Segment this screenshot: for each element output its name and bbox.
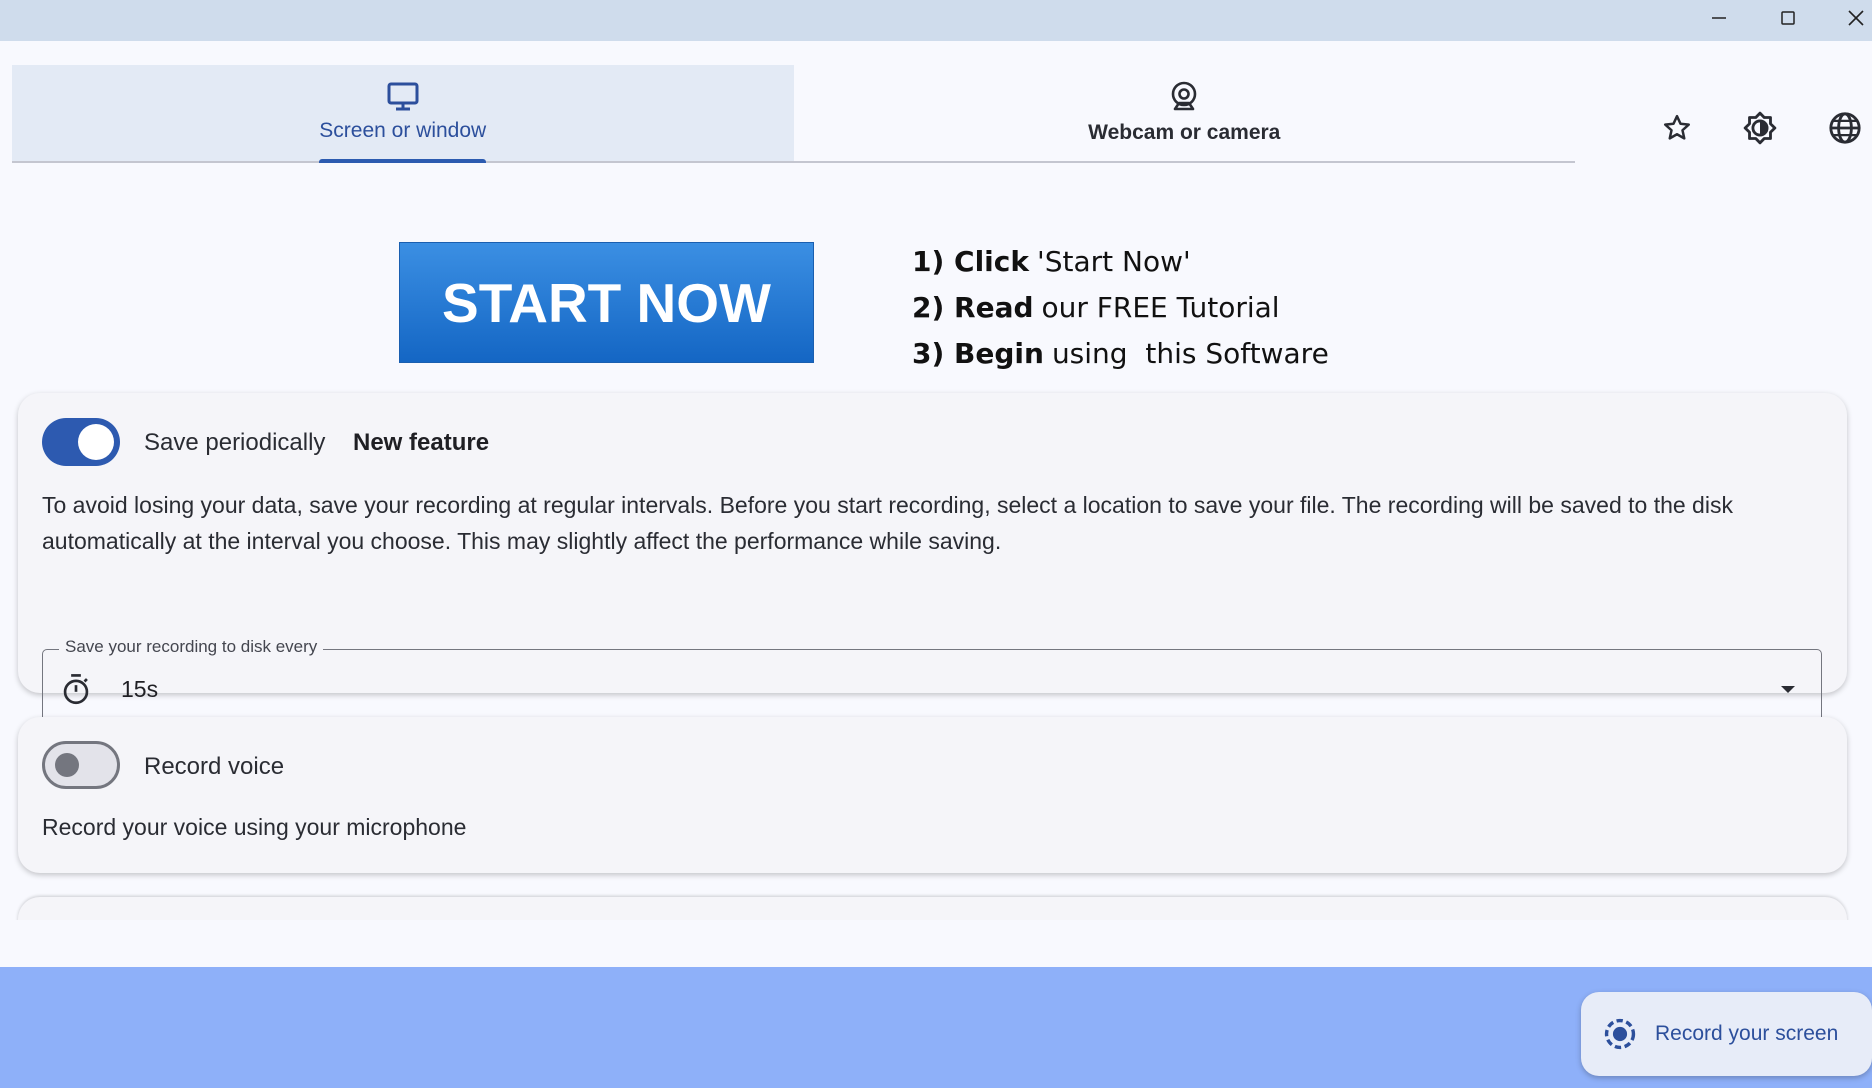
record-voice-title: Record voice <box>144 753 285 780</box>
star-icon <box>1664 114 1690 140</box>
favorite-button[interactable] <box>1657 108 1697 148</box>
record-voice-description: Record your voice using your microphone <box>42 814 467 840</box>
promo-step-text: our FREE Tutorial <box>1041 290 1280 324</box>
webcam-icon <box>1171 81 1197 111</box>
close-icon <box>1848 10 1864 26</box>
record-icon <box>1604 1018 1636 1050</box>
record-voice-toggle[interactable] <box>42 741 120 789</box>
timer-icon <box>63 674 89 705</box>
promo-step-bold: 1) Click <box>912 244 1029 278</box>
tab-webcam-or-camera[interactable]: Webcam or camera <box>794 65 1576 161</box>
toggle-knob <box>78 424 114 460</box>
maximize-button[interactable] <box>1760 0 1816 36</box>
tab-label: Screen or window <box>319 119 487 142</box>
save-periodically-description: To avoid losing your data, save your rec… <box>42 492 1733 554</box>
save-interval-value: 15s <box>121 676 159 702</box>
close-button[interactable] <box>1828 0 1872 36</box>
promo-steps: 1) Click 'Start Now' 2) Read our FREE Tu… <box>912 238 1329 376</box>
monitor-icon <box>387 82 419 111</box>
brightness-icon <box>1743 111 1777 145</box>
theme-button[interactable] <box>1740 108 1780 148</box>
start-now-label: START NOW <box>442 271 771 334</box>
new-feature-badge: New feature <box>353 429 490 456</box>
maximize-icon <box>1781 11 1795 25</box>
scroll-fade <box>0 920 1872 967</box>
language-button[interactable] <box>1825 108 1865 148</box>
minimize-button[interactable] <box>1691 0 1747 36</box>
promo-step: 1) Click 'Start Now' <box>912 238 1329 284</box>
save-periodically-card: Save periodically New feature To avoid l… <box>18 393 1847 732</box>
globe-icon <box>1829 112 1861 144</box>
save-periodically-toggle[interactable] <box>42 418 120 466</box>
tab-label: Webcam or camera <box>1088 121 1281 144</box>
tab-screen-or-window[interactable]: Screen or window <box>12 65 794 163</box>
record-your-screen-label: Record your screen <box>1655 1022 1839 1045</box>
title-bar <box>0 0 1872 41</box>
save-periodically-title: Save periodically <box>144 429 326 456</box>
chevron-down-icon <box>1781 686 1795 693</box>
toggle-knob <box>55 753 79 777</box>
start-now-button[interactable]: START NOW <box>399 242 814 363</box>
promo-step: 3) Begin using this Software <box>912 330 1329 376</box>
promo-step-bold: 3) Begin <box>912 336 1044 370</box>
promo-step-text: 'Start Now' <box>1037 244 1191 278</box>
record-voice-card: Record voice Record your voice using you… <box>18 717 1847 873</box>
source-tabs: Screen or window Webcam or camera <box>12 65 1575 163</box>
promo-step: 2) Read our FREE Tutorial <box>912 284 1329 330</box>
minimize-icon <box>1712 17 1726 19</box>
promo-step-bold: 2) Read <box>912 290 1034 324</box>
active-tab-indicator <box>319 159 486 163</box>
save-interval-label: Save your recording to disk every <box>59 637 324 657</box>
record-your-screen-button[interactable]: Record your screen <box>1581 992 1872 1076</box>
promo-step-text: using this Software <box>1051 336 1329 370</box>
